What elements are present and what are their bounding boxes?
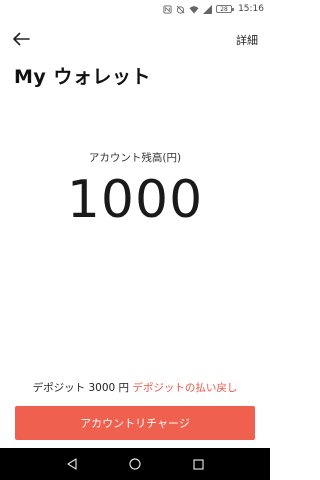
battery-icon: 28: [216, 5, 235, 13]
balance-label: アカウント残高(円): [88, 152, 182, 164]
signal-icon: [203, 4, 213, 14]
status-bar: 28 15:16: [0, 0, 270, 18]
back-arrow-icon: [12, 31, 30, 50]
alarm-off-icon: [176, 5, 185, 14]
back-button[interactable]: [10, 30, 32, 50]
deposit-amount: デポジット 3000 円: [32, 382, 130, 394]
page-title: My ウォレット: [14, 66, 151, 88]
details-link[interactable]: 詳細: [236, 32, 258, 48]
balance-value: 1000: [66, 170, 204, 230]
status-time: 15:16: [238, 4, 264, 14]
status-icons: 28 15:16: [163, 4, 264, 14]
nav-back-icon[interactable]: [60, 452, 84, 476]
deposit-refund-link[interactable]: デポジットの払い戻し: [132, 382, 237, 394]
nfc-icon: [163, 4, 172, 14]
recharge-button[interactable]: アカウントリチャージ: [15, 406, 255, 440]
deposit-line: デポジット 3000 円 デポジットの払い戻し: [0, 380, 270, 395]
navigation-bar: [0, 448, 270, 480]
nav-recents-icon[interactable]: [186, 452, 210, 476]
wifi-icon: [189, 5, 199, 14]
nav-home-icon[interactable]: [123, 452, 147, 476]
